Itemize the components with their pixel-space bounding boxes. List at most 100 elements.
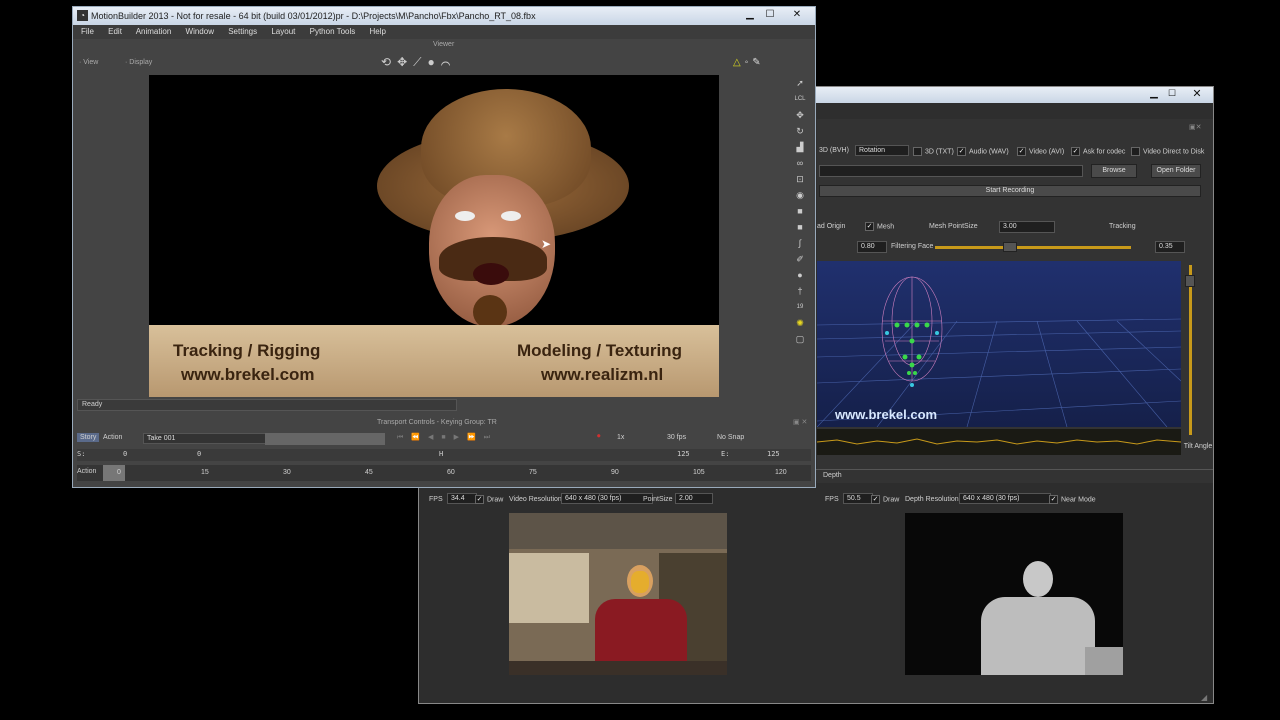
draw-checkbox-left[interactable]: ✓ Draw [475,495,503,504]
start-field[interactable]: 0 [123,450,127,458]
brekel-3d-viewport[interactable]: www.brekel.com [817,261,1181,427]
tick-90: 90 [611,469,619,476]
marker-icon[interactable]: 19 [791,299,809,315]
room-cabinets [509,553,589,623]
mb-minimize-button[interactable]: ▁ [743,9,757,21]
action-button[interactable]: Action [103,434,122,441]
grid-floor [817,276,1181,427]
mesh-pointsize-field[interactable]: 3.00 [999,221,1055,233]
wood-banner: Tracking / Rigging www.brekel.com Modeli… [149,325,719,397]
tilt-angle-label: Tilt Angle [1183,443,1213,450]
mesh-pointsize-label: Mesh PointSize [929,223,978,230]
menu-edit[interactable]: Edit [108,27,122,36]
menu-file[interactable]: File [81,27,94,36]
display-button[interactable]: · Display [125,59,175,71]
output-path-field[interactable] [819,165,1083,177]
brekel-maximize-button[interactable]: ☐ [1165,88,1179,100]
timeline-region[interactable] [265,433,385,445]
codec-checkbox[interactable]: ✓ Ask for codec [1071,147,1125,156]
curve-icon[interactable]: ∫ [791,235,809,251]
story-button[interactable]: Story [77,433,100,442]
menu-layout[interactable]: Layout [271,27,295,36]
brush-icon[interactable]: ✐ [791,251,809,267]
direct-disk-checkbox[interactable]: Video Direct to Disk [1131,147,1204,156]
face-field[interactable]: 0.35 [1155,241,1185,253]
fps-select[interactable]: 30 fps [667,434,686,441]
current-frame-field[interactable]: 0 [197,450,201,458]
skeleton-icon[interactable]: † [791,283,809,299]
keyframe-tool-icon[interactable]: ⊡ [791,171,809,187]
select-tool-icon[interactable]: ➚ [791,75,809,91]
near-mode-checkbox[interactable]: ✓ Near Mode [1049,495,1096,504]
cube2-icon[interactable]: ■ [791,219,809,235]
open-folder-button[interactable]: Open Folder [1151,164,1201,178]
end-field-2[interactable]: 125 [767,450,780,458]
transport-title: Transport Controls - Keying Group: TR [377,419,497,426]
wav-checkbox[interactable]: ✓ Audio (WAV) [957,147,1009,156]
mb-maximize-button[interactable]: ☐ [763,9,777,21]
filter-field[interactable]: 0.80 [857,241,887,253]
depth-res-select[interactable]: 640 x 480 (30 fps) [959,493,1051,504]
dolly-icon[interactable]: ⟋ [413,55,427,69]
mb-viewport[interactable]: ➤ Tracking / Rigging www.brekel.com Mode… [149,75,719,397]
pen-icon[interactable]: ✎ [752,57,764,68]
floor [509,661,727,675]
export-bvh[interactable]: 3D (BVH) [819,147,849,154]
brekel-minimize-button[interactable]: ▁ [1147,88,1161,100]
snap-icon[interactable]: △ [733,57,745,68]
browse-button[interactable]: Browse [1091,164,1137,178]
speed-select[interactable]: 1x [617,434,624,441]
arc-icon[interactable]: ⌒ [441,55,457,69]
panel-close-icons[interactable]: ▣✕ [1189,123,1207,131]
tilt-slider[interactable] [1189,265,1192,435]
local-icon[interactable]: LCL [791,91,809,107]
menu-animation[interactable]: Animation [136,27,172,36]
scale-tool-icon[interactable]: ▟ [791,139,809,155]
rotate-tool-icon[interactable]: ↻ [791,123,809,139]
resize-grip-icon[interactable]: ◢ [1201,693,1211,703]
banner-left-line2: www.brekel.com [181,365,315,384]
orbit-icon[interactable]: ⟲ [381,55,397,69]
menu-window[interactable]: Window [186,27,214,36]
record-icon[interactable]: ⏺ [597,433,601,441]
draw-checkbox-right[interactable]: ✓ Draw [871,495,899,504]
viewer-nav-icons: ⟲✥⟋●⌒ [381,55,491,71]
txt-checkbox[interactable]: 3D (TXT) [913,147,954,156]
menu-python-tools[interactable]: Python Tools [310,27,356,36]
rotation-select[interactable]: Rotation [855,145,909,156]
sphere-icon[interactable]: ● [791,267,809,283]
mesh-checkbox[interactable]: ✓ Mesh [865,222,894,231]
status-bar: Ready [77,399,457,411]
view-button[interactable]: · View [79,59,119,71]
camera-icon[interactable]: ◉ [791,187,809,203]
mb-close-button[interactable]: ✕ [787,9,807,21]
cube-icon[interactable]: ■ [791,203,809,219]
pointsize-field[interactable]: 2.00 [675,493,713,504]
play-controls-icons[interactable]: ⏮⏪◀■▶⏩⏭ [397,433,498,442]
start-recording-button[interactable]: Start Recording [819,185,1201,197]
filtering-face-slider[interactable] [935,246,1131,249]
video-res-select[interactable]: 640 x 480 (30 fps) [561,493,653,504]
translate-tool-icon[interactable]: ✥ [791,107,809,123]
filtering-face-slider-handle[interactable] [1003,242,1017,252]
take-select[interactable]: Take 001 [143,433,267,444]
tilt-slider-handle[interactable] [1185,275,1195,287]
zoom-icon[interactable]: ● [428,55,441,69]
avi-checkbox[interactable]: ✓ Video (AVI) [1017,147,1064,156]
link-tool-icon[interactable]: ∞ [791,155,809,171]
transport-row: Story Action Take 001 ⏮⏪◀■▶⏩⏭ ⏺ 1x 30 fp… [77,433,811,445]
brekel-watermark: www.brekel.com [835,407,938,422]
waveform-svg [817,438,1181,445]
light-icon[interactable]: ✺ [791,315,809,331]
brekel-close-button[interactable]: ✕ [1189,87,1205,101]
pan-icon[interactable]: ✥ [397,55,413,69]
transport-close-icons[interactable]: ▣ ✕ [793,418,807,426]
snap-select[interactable]: No Snap [717,434,744,441]
frame-icon[interactable]: ▢ [791,331,809,347]
timeline-cursor[interactable] [103,465,125,481]
menu-settings[interactable]: Settings [228,27,257,36]
menu-help[interactable]: Help [370,27,386,36]
timeline-ruler[interactable]: Action 0 15 30 45 60 75 90 105 120 [77,465,811,481]
end-field[interactable]: 125 [677,450,690,458]
tool-strip: ➚ LCL ✥ ↻ ▟ ∞ ⊡ ◉ ■ ■ ∫ ✐ ● † 19 ✺ ▢ [791,75,809,355]
